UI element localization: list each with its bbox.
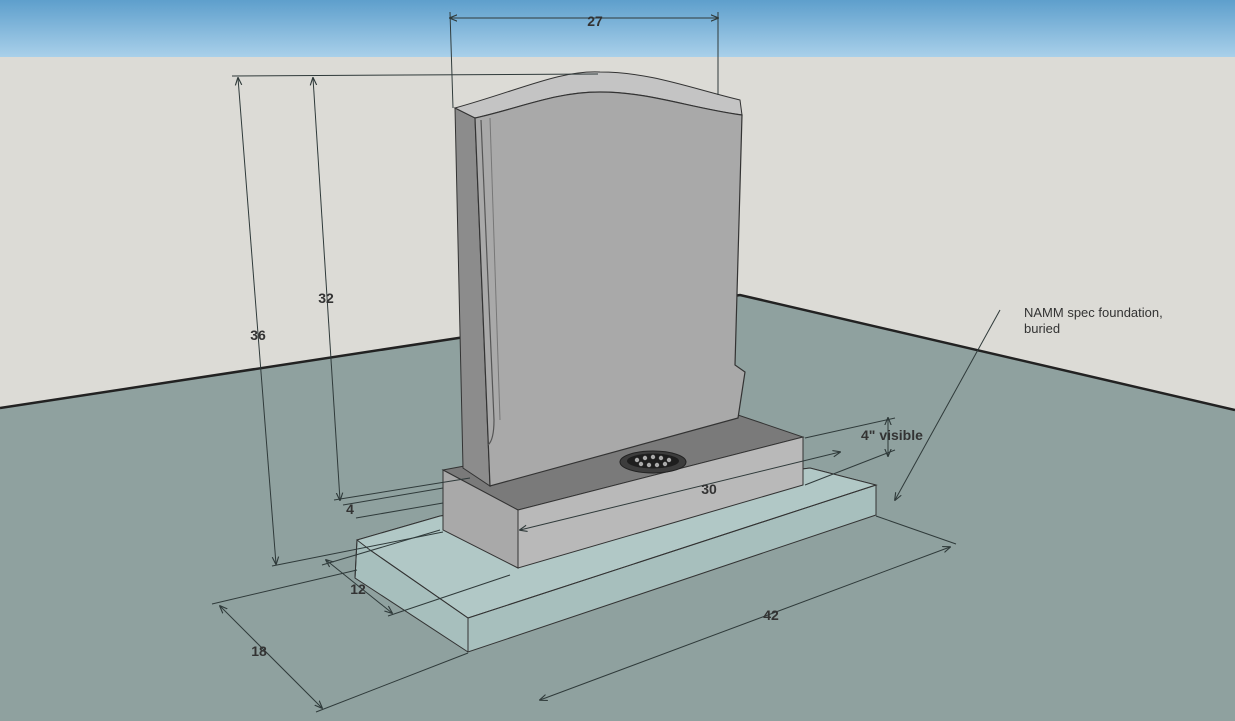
note-line-2: buried: [1024, 321, 1060, 336]
dim-visible-4: 4" visible: [861, 427, 923, 443]
dim-height-36: 36: [250, 327, 266, 343]
flower-vase: [619, 450, 687, 474]
dim-foundation-depth-18: 18: [251, 643, 267, 659]
dim-setback-4: 4: [346, 501, 354, 517]
headstone-tablet: [453, 71, 746, 487]
dim-height-32: 32: [318, 290, 334, 306]
dim-foundation-width-42: 42: [763, 607, 779, 623]
dim-width-27: 27: [587, 13, 603, 29]
note-line-1: NAMM spec foundation,: [1024, 305, 1163, 320]
dim-base-depth-12: 12: [350, 581, 366, 597]
dim-base-width-30: 30: [701, 481, 717, 497]
sky: [0, 0, 1235, 57]
headstone-diagram: 27 36 32 4 30 12 18 42 4" visible NAMM s…: [0, 0, 1235, 721]
